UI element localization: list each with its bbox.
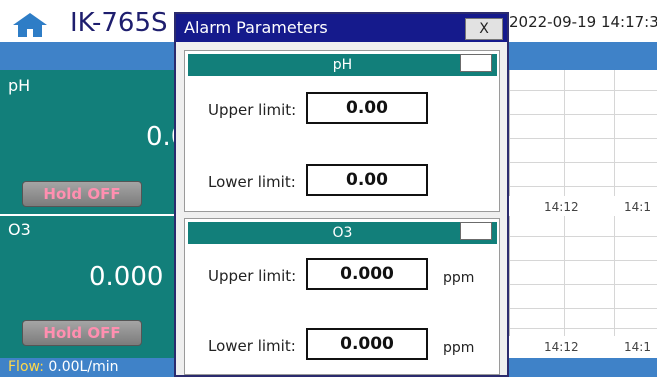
o3-group-title: O3 — [332, 225, 353, 241]
ph-upper-limit-input[interactable]: 0.00 — [306, 92, 428, 124]
o3-hold-button[interactable]: Hold OFF — [22, 320, 142, 346]
flow-value: 0.00L/min — [48, 359, 119, 375]
o3-alarm-group: O3 Upper limit: 0.000 ppm Lower limit: 0… — [184, 218, 500, 375]
o3-upper-unit: ppm — [443, 270, 475, 286]
o3-value: 0.000 — [89, 262, 164, 292]
ph-chart-tick: 14:1 — [624, 200, 651, 214]
o3-alarm-toggle[interactable] — [460, 222, 492, 240]
o3-lower-limit-label: Lower limit: — [208, 337, 296, 355]
o3-lower-limit-input[interactable]: 0.000 — [306, 328, 428, 360]
dialog-titlebar: Alarm Parameters X — [176, 14, 507, 42]
ph-group-header: pH — [188, 54, 497, 76]
o3-chart-tick: 14:1 — [624, 340, 651, 354]
ph-upper-limit-label: Upper limit: — [208, 101, 297, 119]
flow-readout: Flow: 0.00L/min — [8, 359, 118, 375]
o3-chart-tick: 14:12 — [544, 340, 579, 354]
o3-upper-limit-label: Upper limit: — [208, 267, 297, 285]
home-icon[interactable] — [12, 12, 48, 38]
flow-label: Flow: — [8, 359, 44, 375]
ph-alarm-toggle[interactable] — [460, 54, 492, 72]
o3-lower-unit: ppm — [443, 340, 475, 356]
alarm-parameters-dialog: Alarm Parameters X pH Upper limit: 0.00 … — [174, 12, 509, 377]
close-button[interactable]: X — [465, 18, 503, 40]
ph-alarm-group: pH Upper limit: 0.00 Lower limit: 0.00 — [184, 50, 500, 212]
datetime-readout: 2022-09-19 14:17:3 — [509, 13, 657, 31]
dialog-title: Alarm Parameters — [184, 18, 328, 37]
ph-lower-limit-input[interactable]: 0.00 — [306, 164, 428, 196]
ph-panel: pH 0.0 Hold OFF — [0, 70, 187, 214]
ph-chart-tick: 14:12 — [544, 200, 579, 214]
app-title: IK-765S — [70, 8, 168, 38]
o3-group-header: O3 — [188, 222, 497, 244]
ph-hold-button[interactable]: Hold OFF — [22, 181, 142, 207]
o3-trend-chart — [509, 216, 657, 336]
o3-upper-limit-input[interactable]: 0.000 — [306, 258, 428, 290]
ph-group-title: pH — [332, 57, 353, 73]
o3-panel: O3 0.000 Hold OFF — [0, 216, 175, 358]
o3-panel-label: O3 — [8, 220, 31, 239]
ph-panel-label: pH — [8, 76, 31, 95]
ph-trend-chart — [509, 70, 657, 196]
ph-lower-limit-label: Lower limit: — [208, 173, 296, 191]
